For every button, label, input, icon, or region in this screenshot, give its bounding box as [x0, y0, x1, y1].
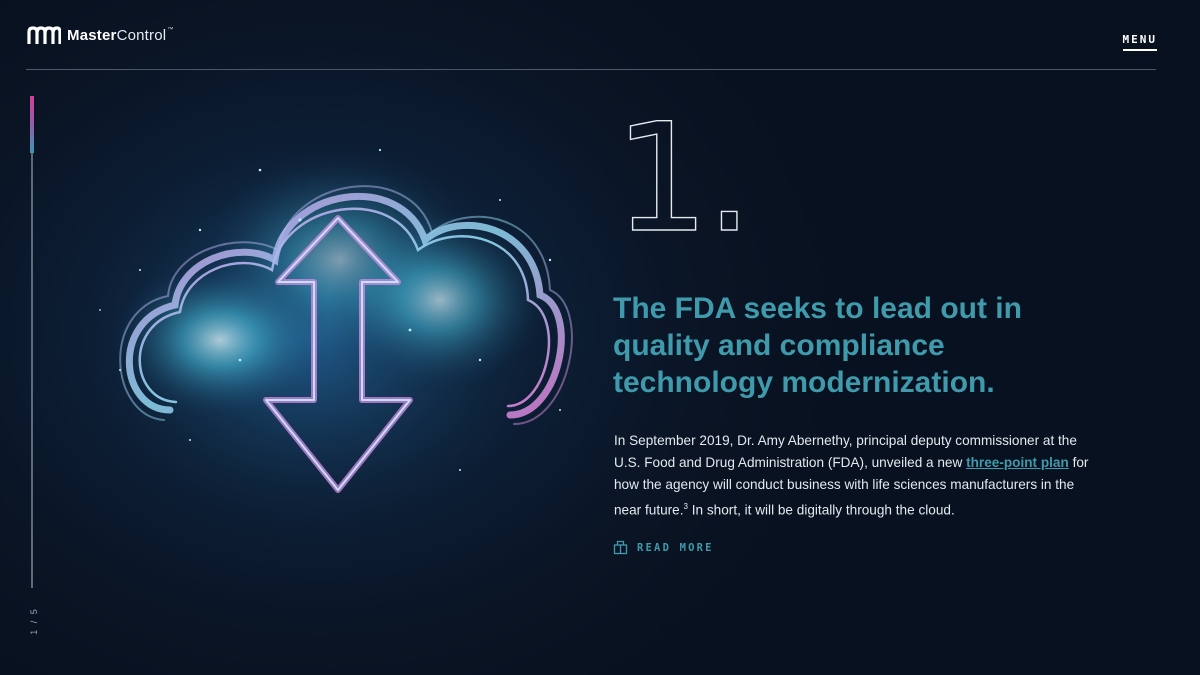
slide-number-text: 1. [613, 92, 754, 266]
progress-fill [30, 96, 34, 153]
cloud-upload-download-illustration [80, 110, 580, 610]
mastercontrol-logo-icon [27, 26, 61, 44]
read-more-button[interactable]: READ MORE [613, 540, 714, 555]
site-header: MasterControl™ MENU [0, 0, 1200, 70]
slide-pager: 1 / 5 [22, 607, 42, 636]
body-text-end: In short, it will be digitally through t… [687, 502, 955, 518]
brand-trademark: ™ [167, 26, 174, 33]
progress-track [31, 96, 33, 588]
three-point-plan-link[interactable]: three-point plan [966, 455, 1069, 470]
menu-button[interactable]: MENU [1122, 33, 1157, 51]
read-more-label: READ MORE [637, 541, 714, 554]
page: MasterControl™ MENU 1 / 5 1. The FDA see… [0, 0, 1200, 675]
brand-name: MasterControl™ [67, 27, 174, 44]
brand-name-light: Control [116, 26, 167, 44]
slide-headline: The FDA seeks to lead out in quality and… [613, 292, 1022, 399]
book-icon [613, 540, 628, 555]
slide-counter: 1 / 5 [28, 607, 39, 635]
header-divider [26, 69, 1156, 70]
slide-body: In September 2019, Dr. Amy Abernethy, pr… [614, 430, 1089, 522]
brand-name-bold: Master [67, 26, 117, 44]
brand-logo[interactable]: MasterControl™ [27, 26, 174, 44]
slide-number: 1. [613, 103, 754, 254]
